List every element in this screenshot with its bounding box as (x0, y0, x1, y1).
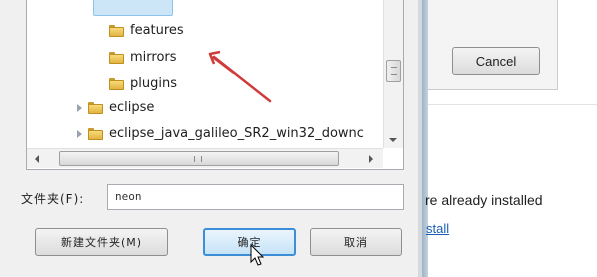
background-cancel-button[interactable]: Cancel (452, 47, 540, 75)
folder-field-label: 文件夹(F): (21, 192, 85, 206)
folder-name-input[interactable]: neon (107, 184, 404, 210)
annotation-arrow-icon (208, 50, 272, 103)
cancel-button[interactable]: 取消 (310, 228, 402, 256)
background-dialog: Cancel re already installed stall (425, 0, 597, 277)
new-folder-button[interactable]: 新建文件夹(M) (35, 228, 168, 256)
folder-name-value: neon (115, 190, 142, 203)
install-link[interactable]: stall (426, 221, 449, 236)
background-separator (428, 104, 597, 105)
background-dialog-panel (428, 0, 558, 90)
install-status-text: re already installed (425, 192, 543, 208)
mouse-cursor-icon (250, 244, 265, 266)
